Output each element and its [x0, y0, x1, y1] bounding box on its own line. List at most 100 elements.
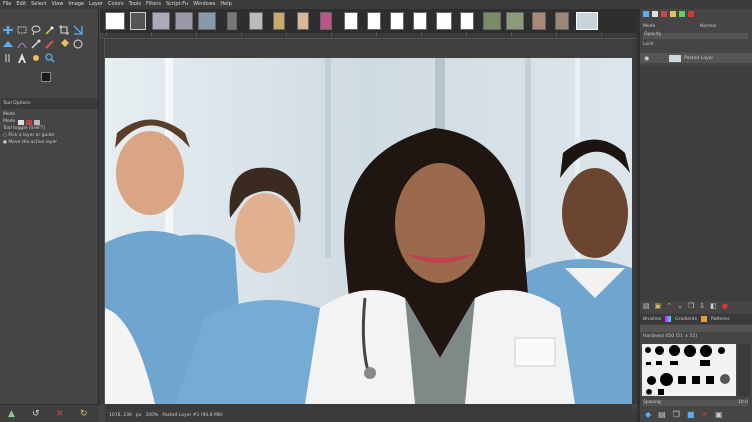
image-tab[interactable]	[390, 12, 404, 30]
image-tab[interactable]	[105, 12, 125, 30]
menu-scriptfu[interactable]: Script-Fu	[166, 0, 188, 9]
brush-grid-scrollbar[interactable]	[738, 344, 750, 396]
menu-file[interactable]: File	[3, 0, 11, 9]
delete-preset-icon[interactable]: ✕	[56, 409, 64, 419]
image-tab[interactable]	[320, 12, 332, 30]
undo-tab-icon[interactable]	[670, 11, 676, 17]
delete-layer-icon[interactable]: ●	[722, 302, 728, 310]
image-tab[interactable]	[227, 12, 237, 30]
warp-transform-icon[interactable]	[2, 38, 13, 49]
paths-tab-icon[interactable]	[661, 11, 667, 17]
image-tab[interactable]	[555, 12, 569, 30]
image-tab[interactable]	[532, 12, 546, 30]
new-brush-icon[interactable]: ▤	[658, 410, 666, 419]
layer-row[interactable]: ◉ Pasted Layer	[640, 53, 752, 63]
canvas-image[interactable]	[105, 58, 632, 404]
unit-selector[interactable]: px	[136, 413, 142, 418]
layers-mode-select[interactable]: Normal	[700, 24, 716, 29]
restore-preset-icon[interactable]: ↺	[32, 409, 40, 419]
image-tab[interactable]	[460, 12, 474, 30]
tab-patterns[interactable]: Patterns	[711, 317, 730, 322]
move-active-option[interactable]: ● Move the active layer	[3, 140, 57, 146]
menu-help[interactable]: Help	[220, 0, 231, 9]
selection-mode-icon[interactable]	[26, 119, 33, 125]
fuzzy-select-icon[interactable]	[44, 24, 55, 35]
lasso-icon[interactable]	[30, 24, 41, 35]
status-bar: 1078, 236 px 100% Pasted Layer #1 (90.8 …	[105, 409, 637, 422]
bucket-fill-icon[interactable]	[58, 38, 69, 49]
duplicate-brush-icon[interactable]: ❐	[673, 410, 680, 419]
menu-image[interactable]: Image	[68, 0, 84, 9]
image-tab[interactable]	[273, 12, 285, 30]
tool-options-tab[interactable]: Tool Options	[1, 98, 98, 109]
path-mode-icon[interactable]	[34, 119, 41, 125]
paths-icon[interactable]	[16, 38, 27, 49]
image-tab[interactable]	[413, 12, 427, 30]
menu-colors[interactable]: Colors	[108, 0, 124, 9]
image-tab[interactable]	[483, 12, 501, 30]
brush-filter[interactable]	[640, 325, 752, 332]
brush-grid[interactable]	[642, 344, 736, 396]
raise-layer-icon[interactable]: ⌃	[666, 302, 672, 310]
zoom-selector[interactable]: 100%	[145, 413, 158, 418]
image-tab[interactable]	[506, 12, 524, 30]
delete-brush-icon[interactable]: ✕	[701, 410, 708, 419]
color-picker-icon[interactable]	[30, 38, 41, 49]
channels-tab-icon[interactable]	[652, 11, 658, 17]
mode-row[interactable]: Mode	[3, 119, 41, 125]
mask-icon[interactable]: ◧	[710, 302, 717, 310]
opacity-slider[interactable]: Opacity	[643, 32, 748, 39]
menu-filters[interactable]: Filters	[146, 0, 161, 9]
duplicate-layer-icon[interactable]: ❐	[688, 302, 694, 310]
refresh-brushes-icon[interactable]: ▣	[715, 410, 723, 419]
menu-layer[interactable]: Layer	[89, 0, 103, 9]
image-tab[interactable]	[436, 12, 452, 30]
reset-icon[interactable]: ↻	[80, 409, 88, 419]
new-group-icon[interactable]: ▣	[655, 302, 662, 310]
save-preset-icon[interactable]: ▲	[8, 409, 15, 419]
image-tab-active[interactable]	[576, 12, 598, 30]
image-tab[interactable]	[198, 12, 216, 30]
lower-layer-icon[interactable]: ⌄	[677, 302, 683, 310]
visibility-eye-icon[interactable]: ◉	[644, 55, 649, 62]
rect-select-icon[interactable]	[16, 24, 27, 35]
image-tab[interactable]	[249, 12, 263, 30]
smudge-icon[interactable]	[2, 52, 13, 63]
image-tab[interactable]	[175, 12, 193, 30]
image-tab[interactable]	[152, 12, 170, 30]
new-layer-icon[interactable]: ▤	[643, 302, 650, 310]
menu-view[interactable]: View	[52, 0, 64, 9]
menu-windows[interactable]: Windows	[193, 0, 215, 9]
layers-mode-label: Mode	[643, 24, 656, 29]
layer-mode-icon[interactable]	[18, 119, 25, 125]
image-tab[interactable]	[297, 12, 309, 30]
menu-select[interactable]: Select	[31, 0, 46, 9]
colors-tab-icon[interactable]	[688, 11, 694, 17]
crop-icon[interactable]	[58, 24, 69, 35]
images-tab-icon[interactable]	[679, 11, 685, 17]
ruler-tick: |	[421, 32, 423, 36]
unified-transform-icon[interactable]	[72, 24, 83, 35]
layers-tab-icon[interactable]	[643, 11, 649, 17]
tab-brushes[interactable]: Brushes	[643, 317, 661, 322]
tab-gradients[interactable]: Gradients	[675, 317, 697, 322]
text-icon[interactable]	[16, 52, 27, 63]
image-tab[interactable]	[367, 12, 381, 30]
image-tab[interactable]	[344, 12, 358, 30]
foreground-color-swatch[interactable]	[41, 72, 51, 82]
brush-as-image-icon[interactable]: ◆	[645, 410, 651, 419]
menu-edit[interactable]: Edit	[16, 0, 26, 9]
image-tab[interactable]	[130, 12, 146, 30]
merge-layer-icon[interactable]: ⇩	[699, 302, 705, 310]
dodge-burn-icon[interactable]	[30, 52, 41, 63]
move-tool-icon[interactable]	[2, 24, 13, 35]
layer-name[interactable]: Pasted Layer	[684, 56, 713, 61]
pick-layer-option[interactable]: ○ Pick a layer or guide	[3, 133, 54, 139]
menu-tools[interactable]: Tools	[129, 0, 141, 9]
spacing-slider[interactable]: Spacing 10.0	[643, 400, 748, 406]
paintbrush-icon[interactable]	[44, 38, 55, 49]
eraser-icon[interactable]	[72, 38, 83, 49]
brush-preset[interactable]: Basic,	[643, 393, 656, 398]
zoom-icon[interactable]	[44, 52, 55, 63]
edit-brush-icon[interactable]: ■	[687, 410, 695, 419]
